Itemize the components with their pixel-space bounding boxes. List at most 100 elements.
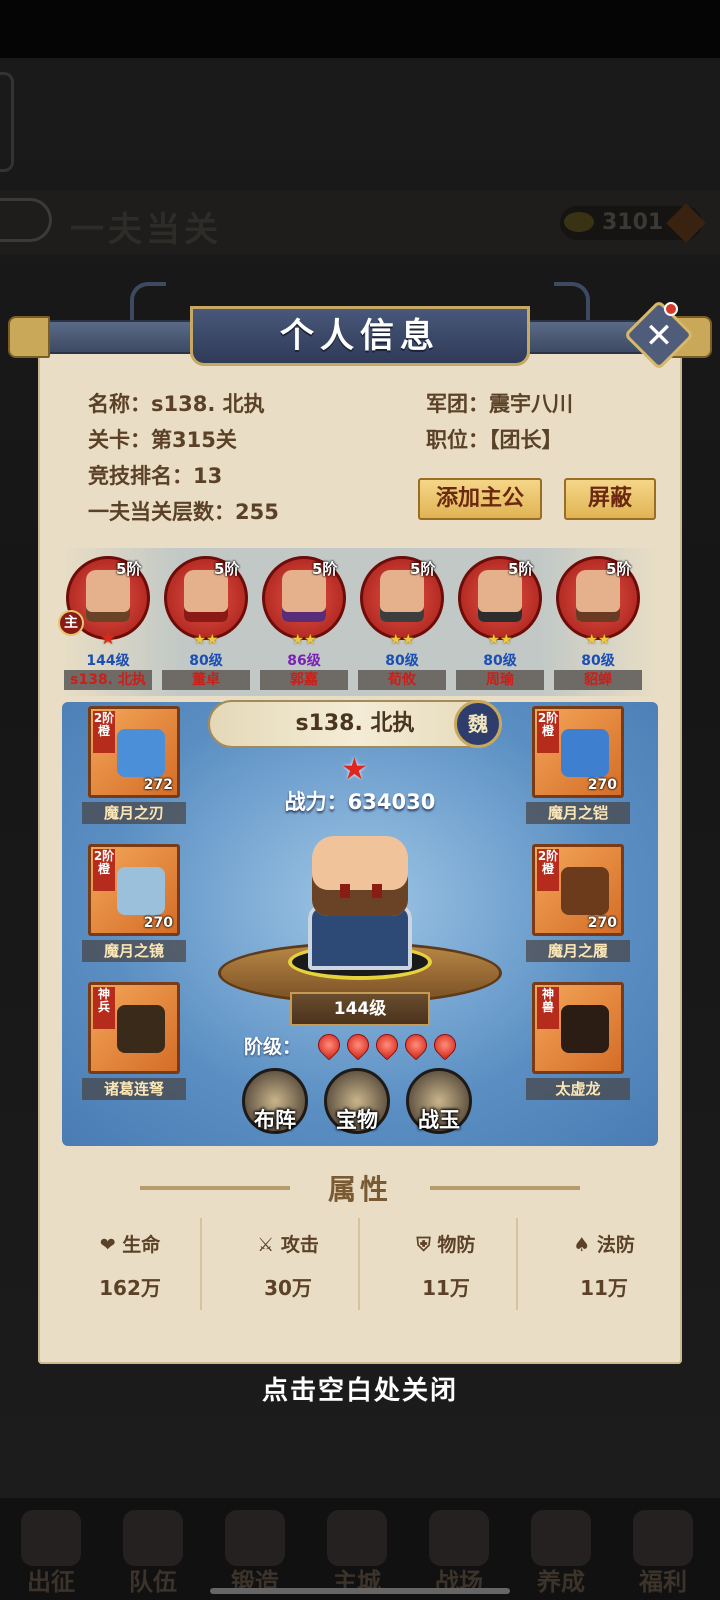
hero-stars: ★★ (291, 632, 317, 648)
hero-card[interactable]: 5阶 ★★ 80级 周瑜 (454, 556, 544, 692)
legion-name: 震宇八川 (489, 392, 573, 416)
hero-level: 80级 (581, 653, 615, 669)
nav-label: 养成 (537, 1568, 585, 1596)
grade-label: 阶级： (244, 1036, 302, 1058)
attr-separator (516, 1218, 518, 1310)
gold-counter: 3101 (560, 203, 706, 243)
armor-icon: ⛨ (416, 1234, 438, 1256)
hero-card[interactable]: 5阶 ★★ 80级 貂蝉 (552, 556, 642, 692)
equipment-count: 270 (587, 777, 617, 793)
attr-value: 30万 (264, 1276, 312, 1300)
equipment-tier-tag: 2阶橙 (537, 711, 559, 753)
hero-name: 董卓 (162, 670, 250, 690)
hero-card[interactable]: 5阶 ★★ 80级 董卓 (160, 556, 250, 692)
close-hint[interactable]: 点击空白处关闭 (0, 1370, 720, 1407)
welfare-icon (633, 1510, 693, 1566)
hero-level: 144级 (86, 653, 130, 669)
attr-hp-label-row: ❤ 生命 (52, 1230, 208, 1257)
hero-rank: 5阶 (312, 560, 338, 578)
equipment-slot[interactable]: 神兽 (532, 982, 624, 1074)
legion-label: 军团： (426, 392, 489, 416)
equipment-icon (561, 867, 609, 915)
tower-row: 一夫当关层数：255 (88, 496, 279, 526)
equipment-slot[interactable]: 2阶橙 272 (88, 706, 180, 798)
equipment-name: 诸葛连弩 (82, 1078, 186, 1100)
equipment-icon (117, 729, 165, 777)
notification-dot (664, 302, 678, 316)
formation-label[interactable]: 布阵 (240, 1104, 310, 1134)
attr-value: 11万 (422, 1276, 470, 1300)
equipment-icon (117, 1005, 165, 1053)
position-row: 职位：【团长】 (426, 424, 563, 454)
equipment-name: 魔月之镜 (82, 940, 186, 962)
stage-value: 第315关 (151, 428, 237, 452)
player-name: s138. 北执 (151, 392, 265, 416)
helmet-icon: ♠ (573, 1234, 597, 1256)
star-icon: ★ (341, 752, 368, 787)
equipment-name: 魔月之刃 (82, 802, 186, 824)
hero-rank: 5阶 (606, 560, 632, 578)
panel-title: 个人信息 (280, 316, 440, 356)
equipment-slot[interactable]: 2阶橙 270 (88, 844, 180, 936)
jade-label[interactable]: 战玉 (404, 1104, 474, 1134)
arena-label: 竞技排名： (88, 464, 193, 488)
treasure-label[interactable]: 宝物 (322, 1104, 392, 1134)
hero-level: 86级 (287, 653, 321, 669)
scroll-ornament-left (130, 282, 166, 322)
equipment-count: 270 (143, 915, 173, 931)
equipment-slot[interactable]: 2阶橙 270 (532, 706, 624, 798)
equipment-tier-tag: 2阶橙 (93, 711, 115, 753)
position-value: 【团长】 (489, 428, 563, 452)
faction-badge: 魏 (454, 700, 502, 748)
crossed-swords-icon: ⚔ (257, 1234, 281, 1256)
hero-level: 80级 (385, 653, 419, 669)
attr-value: 162万 (99, 1276, 161, 1300)
nav-label: 出征 (27, 1568, 75, 1596)
hero-stars: ★★ (389, 632, 415, 648)
stage-label: 关卡： (88, 428, 151, 452)
equipment-tier-tag: 神兽 (537, 987, 559, 1029)
equipment-icon (117, 867, 165, 915)
stage-row: 关卡：第315关 (88, 424, 237, 454)
equipment-icon (561, 729, 609, 777)
block-button[interactable]: 屏蔽 (564, 478, 656, 520)
hero-stars: ★★ (487, 632, 513, 648)
power-label: 战力： (284, 790, 348, 814)
gold-value: 3101 (602, 210, 664, 235)
equipment-slot[interactable]: 神兵 (88, 982, 180, 1074)
team-icon (123, 1510, 183, 1566)
nav-item-expedition: 出征 (0, 1500, 102, 1600)
equipment-icon (561, 1005, 609, 1053)
hero-eye-left (340, 884, 350, 898)
hero-name: 貂蝉 (554, 670, 642, 690)
attr-magic-def: ♠ 法防 11万 (526, 1214, 682, 1314)
equipment-count: 272 (143, 777, 173, 793)
attr-attack-label-row: ⚔ 攻击 (210, 1230, 366, 1257)
hero-rank: 5阶 (214, 560, 240, 578)
name-row: 名称：s138. 北执 (88, 388, 265, 418)
equipment-count: 270 (587, 915, 617, 931)
equipment-slot[interactable]: 2阶橙 270 (532, 844, 624, 936)
nav-item-welfare: 福利 (612, 1500, 714, 1600)
back-arrow-icon (0, 198, 52, 242)
nav-label: 福利 (639, 1568, 687, 1596)
hero-card[interactable]: 5阶 ★★ 80级 荀攸 (356, 556, 446, 692)
equipment-name: 魔月之铠 (526, 802, 630, 824)
expedition-icon (21, 1510, 81, 1566)
attr-label: 物防 (437, 1234, 476, 1256)
attr-label: 生命 (122, 1234, 161, 1256)
hero-card[interactable]: 5阶 ★★ 86级 郭嘉 (258, 556, 348, 692)
attr-value: 11万 (580, 1276, 628, 1300)
battlefield-icon (429, 1510, 489, 1566)
add-lord-button[interactable]: 添加主公 (418, 478, 542, 520)
nav-item-team: 队伍 (102, 1500, 204, 1600)
hero-stars: ★★ (193, 632, 219, 648)
arena-rank: 13 (193, 464, 223, 488)
scroll-ornament-right (554, 282, 590, 322)
home-indicator (210, 1588, 510, 1594)
equipment-tier-tag: 2阶橙 (93, 849, 115, 891)
arena-row: 竞技排名：13 (88, 460, 222, 490)
main-hero-badge: 主 (58, 610, 84, 636)
close-icon[interactable]: ✕ (644, 316, 674, 356)
attributes-heading: 属性 (327, 1173, 392, 1206)
